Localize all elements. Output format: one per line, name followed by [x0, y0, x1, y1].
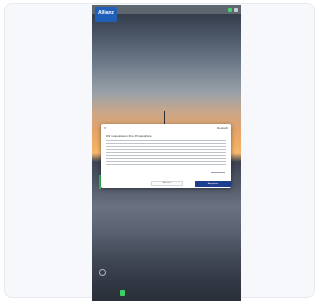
chat-icon[interactable]: [99, 269, 106, 276]
bottom-indicator-icon: [120, 290, 125, 296]
dialog-body-text: [106, 140, 226, 166]
signal-icon: [234, 7, 238, 12]
cookie-consent-dialog: × Deutsch Wir respektieren Ihre Privatsp…: [101, 124, 231, 188]
dialog-title: Wir respektieren Ihre Privatsphäre: [106, 134, 152, 138]
language-selector[interactable]: Deutsch: [217, 126, 228, 130]
settings-link[interactable]: [211, 172, 225, 173]
status-icons: [228, 6, 238, 13]
close-icon[interactable]: ×: [104, 126, 106, 130]
phone-screen: Allianz × Deutsch Wir respektieren Ihre …: [92, 5, 241, 301]
logo-text: Allianz: [97, 10, 115, 16]
battery-icon: [228, 7, 232, 12]
decline-button[interactable]: Ablehnen: [151, 181, 183, 186]
background-mast: [164, 111, 165, 125]
accept-button[interactable]: Akzeptieren: [195, 181, 231, 187]
app-logo: Allianz: [95, 7, 117, 22]
